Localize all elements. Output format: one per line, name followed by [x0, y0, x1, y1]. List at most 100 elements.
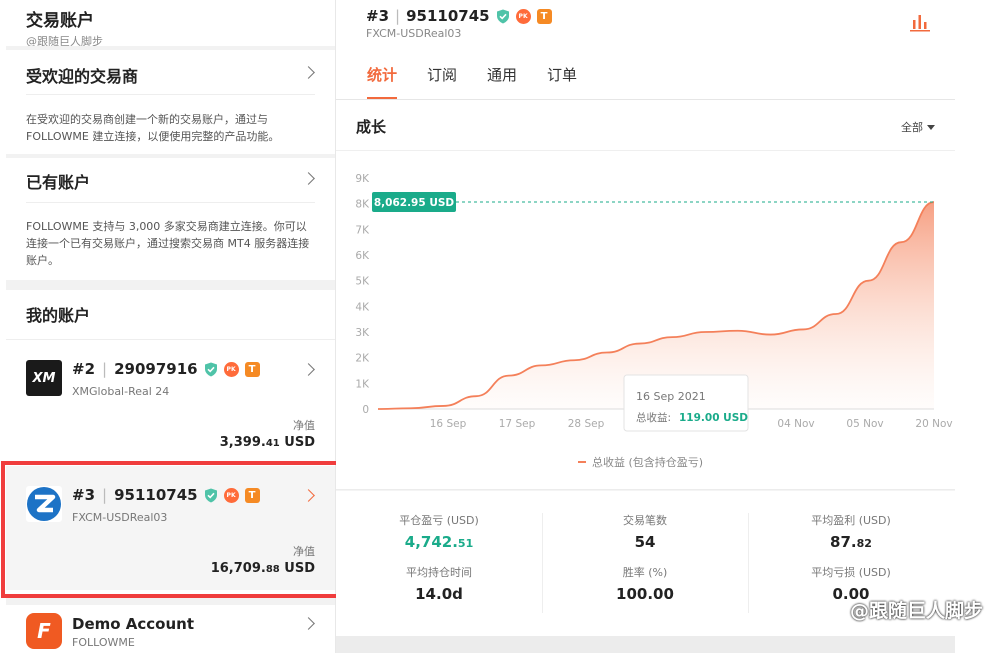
equity-label: 净值	[293, 419, 315, 432]
divider	[6, 280, 335, 290]
tab-general[interactable]: 通用	[472, 52, 532, 99]
account-number: #2 | 29097916 PK T	[72, 360, 260, 378]
equity-main: 3,399.	[219, 435, 266, 450]
stat-label: 平仓盈亏 (USD)	[399, 514, 479, 527]
stat-value: 87.82	[748, 533, 954, 551]
stat-win-rate: 胜率 (%) 100.00	[542, 564, 748, 603]
existing-account-heading: 已有账户	[26, 173, 91, 192]
chevron-right-icon[interactable]	[302, 363, 315, 376]
popular-brokers-desc: 在受欢迎的交易商创建一个新的交易账户，通过与 FOLLOWME 建立连接，以便使…	[26, 113, 280, 143]
stat-label: 平均盈利 (USD)	[811, 514, 891, 527]
y-tick-label: 6K	[355, 250, 370, 262]
popular-brokers-heading: 受欢迎的交易商	[26, 67, 139, 86]
account-id: Demo Account	[72, 615, 195, 633]
stat-label: 交易笔数	[623, 514, 667, 527]
y-tick-label: 2K	[355, 353, 370, 365]
bar-chart-icon[interactable]	[909, 12, 931, 32]
tooltip-label: 总收益:	[636, 411, 671, 424]
y-tick-label: 3K	[355, 327, 370, 339]
tooltip-date: 16 Sep 2021	[636, 390, 706, 403]
my-accounts-header: 我的账户	[6, 290, 335, 340]
divider	[6, 598, 335, 605]
watermark-text: @跟随巨人脚步	[849, 600, 983, 622]
currency: USD	[279, 435, 315, 450]
account-card[interactable]: XM #2 | 29097916 PK T XMGlobal-Real 24 净…	[6, 340, 335, 464]
equity-value: 3,399.41 USD	[220, 435, 315, 450]
stat-value-main: 87.	[830, 533, 857, 551]
highlight-label: 8,062.95 USD	[374, 197, 455, 209]
tooltip-value: 119.00 USD	[679, 412, 748, 424]
tab-subscribe[interactable]: 订阅	[412, 52, 472, 99]
separator: |	[102, 360, 108, 378]
x-tick-label: 17 Sep	[499, 418, 536, 430]
stat-avg-profit: 平均盈利 (USD) 87.82	[748, 512, 954, 551]
y-tick-label: 8K	[355, 199, 370, 211]
y-tick-label: 5K	[355, 276, 370, 288]
chevron-right-icon[interactable]	[302, 172, 315, 185]
stat-value-decimal: 82	[856, 537, 872, 550]
t-badge-icon: T	[536, 8, 552, 24]
divider	[26, 94, 315, 95]
existing-account-desc: FOLLOWME 支持与 3,000 多家交易商建立连接。你可以连接一个已有交易…	[26, 220, 310, 267]
watermark-logo-icon	[826, 600, 845, 619]
pk-fire-icon: PK	[223, 361, 239, 377]
account-id: 95110745	[406, 7, 490, 25]
stat-label: 平均持仓时间	[406, 566, 472, 579]
y-tick-label: 7K	[355, 224, 370, 236]
tab-orders[interactable]: 订单	[532, 52, 592, 99]
x-tick-label: 20 Nov	[915, 418, 952, 430]
stat-closed-pnl: 平仓盈亏 (USD) 4,742.51	[336, 512, 542, 551]
account-number: #3 | 95110745 PK T	[366, 7, 552, 25]
y-tick-label: 9K	[355, 173, 370, 185]
stat-value: 100.00	[616, 585, 674, 603]
bottom-strip	[336, 636, 955, 653]
verified-shield-icon	[496, 9, 509, 23]
watermark: @跟随巨人脚步	[826, 596, 983, 623]
account-id: 29097916	[114, 360, 198, 378]
pk-fire-icon: PK	[515, 8, 531, 24]
account-server: FXCM-USDReal03	[366, 27, 462, 40]
stat-value: 54	[634, 533, 656, 551]
page-title: 交易账户	[26, 11, 94, 31]
stat-trade-count: 交易笔数 54	[542, 512, 748, 551]
x-tick-label: 28 Sep	[568, 418, 605, 430]
growth-card: 成长 全部 0 1K 2K 3K 4K 5K 6K 7K 8K 9K 8,062.95 USD 16 …	[336, 100, 955, 490]
tab-bar: 统计 订阅 通用 订单	[352, 52, 592, 99]
chevron-right-icon[interactable]	[302, 66, 315, 79]
stat-label: 胜率 (%)	[622, 566, 668, 579]
stat-value-main: 4,742.	[404, 533, 458, 551]
t-badge-icon: T	[244, 361, 260, 377]
stat-value-decimal: 51	[457, 537, 474, 550]
equity-decimal: 41	[265, 438, 280, 449]
selection-highlight	[1, 461, 344, 598]
sidebar-header: 交易账户 @跟随巨人脚步	[26, 6, 103, 49]
y-tick-label: 1K	[355, 378, 370, 390]
my-accounts-heading: 我的账户	[26, 306, 91, 325]
account-card[interactable]: F Demo Account FOLLOWME	[6, 605, 335, 653]
tab-stats[interactable]: 统计	[352, 52, 412, 99]
legend-label: 总收益 (包含持仓盈亏)	[592, 455, 703, 469]
y-tick-label: 0	[362, 404, 369, 416]
account-server: FOLLOWME	[72, 636, 135, 649]
divider	[26, 202, 315, 203]
stat-avg-hold-time: 平均持仓时间 14.0d	[336, 564, 542, 603]
stat-value: 14.0d	[415, 585, 463, 603]
stat-label: 平均亏损 (USD)	[811, 566, 891, 579]
verified-shield-icon	[204, 362, 217, 376]
chevron-right-icon[interactable]	[302, 617, 315, 630]
x-tick-label: 05 Nov	[846, 418, 883, 430]
growth-chart[interactable]: 0 1K 2K 3K 4K 5K 6K 7K 8K 9K 8,062.95 USD 16 Sep 17 …	[336, 100, 955, 490]
account-server: XMGlobal-Real 24	[72, 385, 170, 398]
account-index: #3	[366, 7, 390, 25]
account-name: Demo Account	[72, 615, 194, 633]
existing-account-section[interactable]: 已有账户 FOLLOWME 支持与 3,000 多家交易商建立连接。你可以连接一…	[6, 158, 335, 280]
main-panel: #3 | 95110745 PK T FXCM-USDReal03 统计 订阅 …	[336, 0, 955, 653]
separator: |	[395, 7, 401, 25]
y-tick-label: 4K	[355, 301, 370, 313]
x-tick-label: 04 Nov	[777, 418, 814, 430]
x-tick-label: 16 Sep	[430, 418, 467, 430]
popular-brokers-section[interactable]: 受欢迎的交易商 在受欢迎的交易商创建一个新的交易账户，通过与 FOLLOWME …	[6, 50, 335, 154]
account-index: #2	[72, 360, 96, 378]
account-header: #3 | 95110745 PK T FXCM-USDReal03 统计 订阅 …	[336, 0, 955, 100]
stat-value: 4,742.51	[336, 533, 542, 551]
